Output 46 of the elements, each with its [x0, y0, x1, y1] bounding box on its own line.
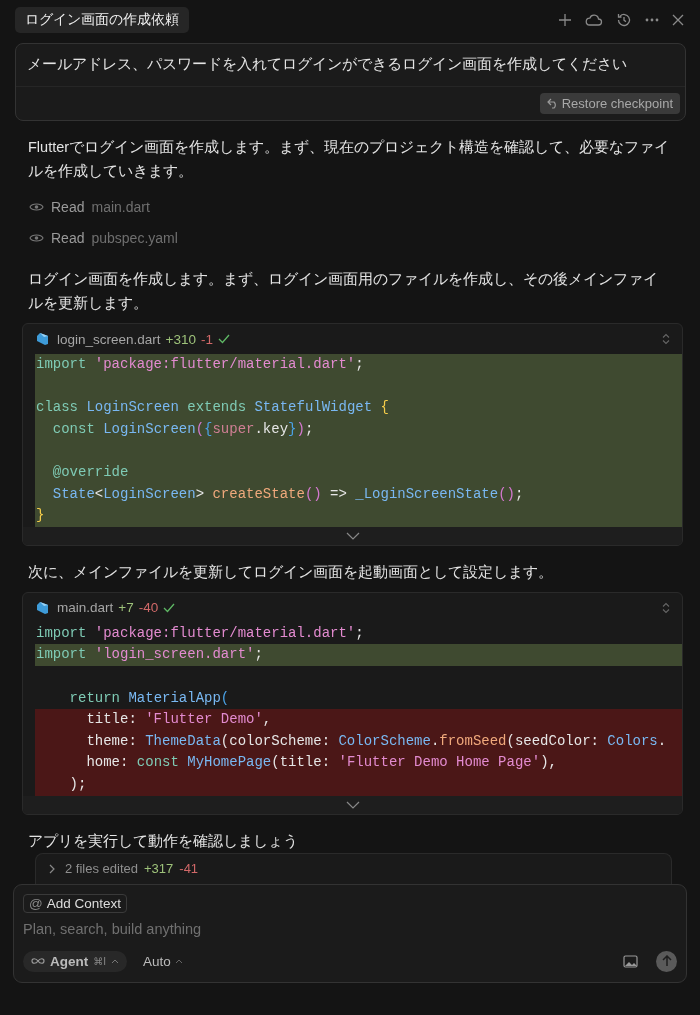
agent-mode-button[interactable]: Agent ⌘I	[23, 950, 128, 972]
added-count: +317	[144, 861, 174, 876]
assistant-message: Flutterでログイン画面を作成します。まず、現在のプロジェクト構造を確認して、必要なファイルを作成していきます。	[27, 138, 671, 181]
assistant-message: 次に、メインファイルを更新してログイン画面を起動画面として設定します。	[27, 562, 554, 582]
removed-count: -1	[201, 331, 213, 347]
caret-up-icon	[111, 958, 120, 964]
assistant-message: ログイン画面を作成します。まず、ログイン画面用のファイルを作成し、その後メインファイルを更新します。	[27, 270, 659, 313]
code-line: return MaterialApp(	[68, 688, 231, 708]
history-icon[interactable]	[616, 12, 632, 28]
added-count: +310	[165, 331, 196, 347]
user-message: メールアドレス、パスワードを入れてログインができるログイン画面を作成してください	[16, 44, 685, 87]
chevron-down-icon[interactable]	[345, 531, 360, 540]
code-line: import 'package:flutter/material.dart';	[35, 623, 365, 643]
arrow-up-icon	[661, 955, 672, 967]
cloud-icon[interactable]	[585, 13, 603, 27]
added-count: +7	[118, 600, 134, 616]
more-icon[interactable]	[645, 18, 659, 22]
file-name[interactable]: pubspec.yaml	[91, 229, 178, 246]
undo-icon	[546, 98, 559, 109]
restore-checkpoint-button[interactable]: Restore checkpoint	[539, 93, 680, 114]
file-name[interactable]: main.dart	[91, 198, 150, 215]
chevron-right-icon	[49, 863, 55, 874]
eye-icon	[29, 201, 44, 212]
tool-action: Read	[51, 229, 85, 246]
chevron-down-icon[interactable]	[345, 800, 360, 809]
add-context-button[interactable]: @ Add Context	[23, 893, 127, 913]
removed-count: -41	[179, 861, 199, 876]
assistant-message: アプリを実行して動作を確認しましょう	[27, 831, 299, 851]
prompt-field[interactable]: Plan, search, build anything	[23, 912, 677, 937]
edited-files-label: 2 files edited	[65, 861, 138, 876]
eye-icon	[29, 232, 44, 243]
removed-count: -40	[138, 600, 159, 616]
infinity-icon	[31, 957, 45, 965]
send-button[interactable]	[656, 950, 677, 972]
file-name[interactable]: main.dart	[57, 600, 114, 616]
chat-title[interactable]: ログイン画面の作成依頼	[15, 7, 189, 33]
close-icon[interactable]	[672, 14, 684, 26]
caret-up-icon	[174, 958, 183, 964]
expand-icon[interactable]	[662, 333, 670, 345]
image-icon[interactable]	[623, 954, 638, 968]
edited-files-bar[interactable]: 2 files edited +317 -41	[35, 852, 672, 884]
expand-icon[interactable]	[662, 601, 670, 614]
tool-action: Read	[51, 198, 85, 215]
model-selector[interactable]: Auto	[137, 952, 189, 970]
file-name[interactable]: login_screen.dart	[57, 331, 161, 347]
plus-icon[interactable]	[558, 13, 572, 27]
